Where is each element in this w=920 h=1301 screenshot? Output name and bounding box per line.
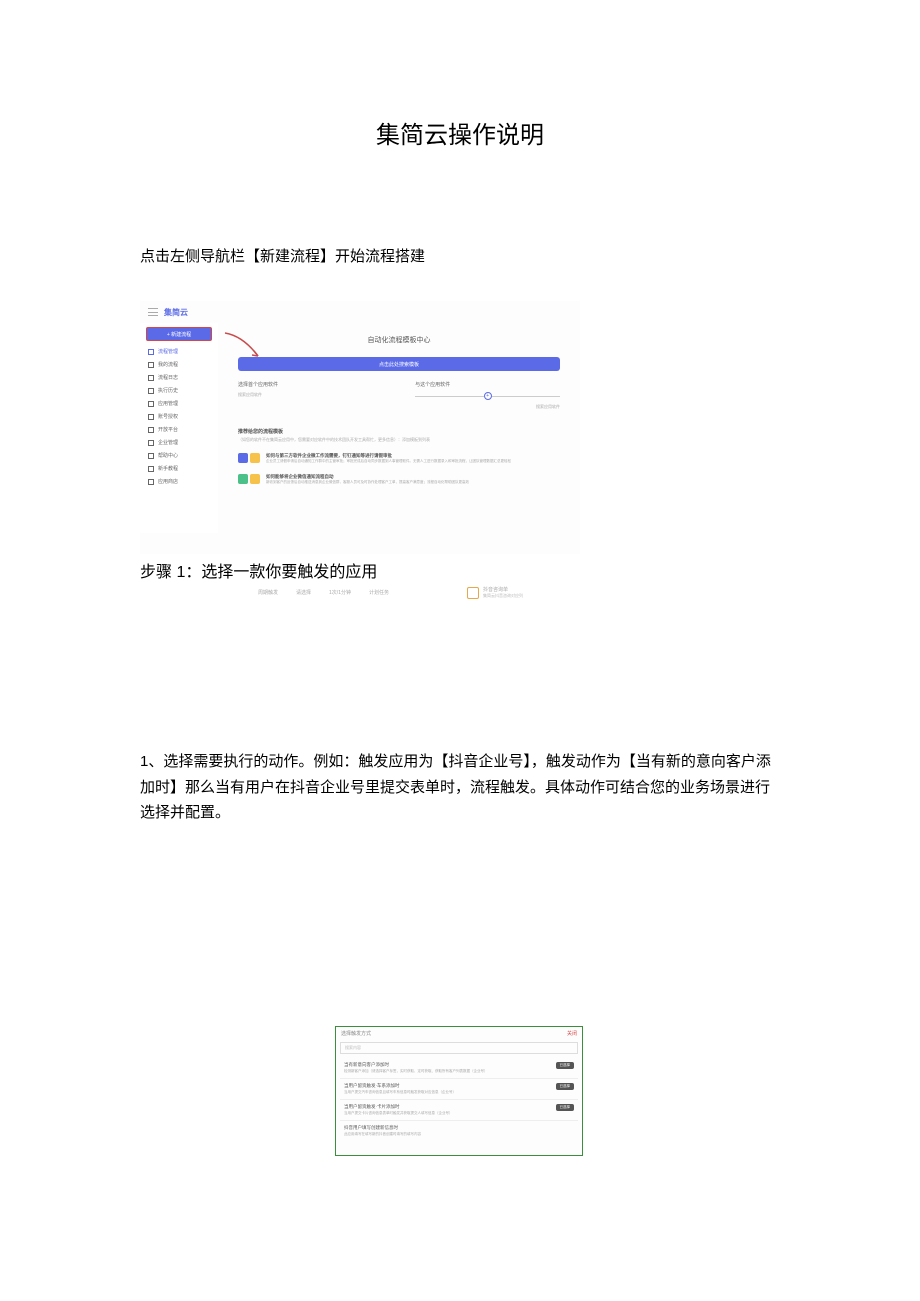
footer-card-sub: 集简云抖音咨询对应列 — [483, 593, 523, 599]
trigger-desc: 此应用填写在填写新的抖音创建时填写的填写内容 — [344, 1132, 574, 1137]
footer-item: 1次/1分钟 — [329, 589, 351, 596]
sidebar-item[interactable]: 新手教程 — [140, 462, 218, 475]
screenshot-trigger-dialog: 选择触发方式 关闭 搜索内容 当有新意向客户添加时 检测新客户添加（请选择客户标… — [335, 1026, 583, 1156]
sidebar-item[interactable]: 开放平台 — [140, 423, 218, 436]
trigger-title: 当有新意向客户添加时 — [344, 1062, 556, 1068]
selected-badge: 已选择 — [556, 1104, 575, 1111]
flow-target-title: 与这个应用软件 — [415, 381, 560, 388]
sidebar-item[interactable]: 流程日志 — [140, 371, 218, 384]
dialog-close[interactable]: 关闭 — [567, 1030, 577, 1037]
app-header: 集简云 — [140, 301, 580, 323]
card-desc: 新收到客户的反馈后自动推送消息到企业微信群，客服人员可及时协作处理客户工单，提高… — [266, 480, 560, 485]
search-input[interactable]: 搜索内容 — [340, 1042, 578, 1054]
recommend-subtitle: （如您的软件不在集简云应用中，您需要对应软件中的技术团队开发工具帮忙，更多信息）… — [238, 437, 560, 443]
nav-icon — [148, 414, 154, 420]
template-card[interactable]: 如何能够将企业微信通知流程自动 新收到客户的反馈后自动推送消息到企业微信群，客服… — [238, 474, 560, 485]
app-icon — [467, 587, 479, 599]
footer-card-title: 抖音咨询单 — [483, 586, 523, 593]
selected-badge: 已选择 — [556, 1062, 575, 1069]
sidebar-item[interactable]: 帮助中心 — [140, 449, 218, 462]
footer-app-card: 抖音咨询单 集简云抖音咨询对应列 — [467, 586, 523, 599]
nav-label: 帮助中心 — [158, 452, 178, 459]
nav-label: 企业管理 — [158, 439, 178, 446]
trigger-desc: 检测新客户添加（请选择客户标签，实时获取、定时获取、获取所有客户列表数据（企业号… — [344, 1069, 556, 1074]
nav-label: 应用管理 — [158, 400, 178, 407]
flow-target: 与这个应用软件 + 搜索应用软件 — [415, 381, 560, 410]
flow-source-title: 选择首个应用软件 — [238, 381, 383, 388]
sidebar-item[interactable]: 流程管理 — [140, 345, 218, 358]
sidebar-item[interactable]: 执行历史 — [140, 384, 218, 397]
sidebar-item[interactable]: 应用管理 — [140, 397, 218, 410]
new-flow-button[interactable]: + 新建流程 — [146, 327, 212, 341]
footer-item: 周期触发 — [258, 589, 278, 596]
nav-label: 执行历史 — [158, 387, 178, 394]
nav-icon — [148, 466, 154, 472]
search-banner[interactable]: 点击此处搜索模板 — [238, 357, 560, 371]
nav-icon — [148, 388, 154, 394]
sidebar-item[interactable]: 应用商店 — [140, 475, 218, 488]
body-paragraph: 1、选择需要执行的动作。例如：触发应用为【抖音企业号】，触发动作为【当有新的意向… — [140, 749, 780, 826]
nav-label: 我的流程 — [158, 361, 178, 368]
nav-icon — [148, 440, 154, 446]
trigger-item[interactable]: 当用户留资触发·车系添加时 当用户提交汽车咨询信息且填写车系信息时触发获取对应信… — [340, 1079, 578, 1100]
trigger-title: 当用户留资触发·卡片添加时 — [344, 1104, 556, 1110]
trigger-item[interactable]: 当用户留资触发·卡片添加时 当用户提交卡片咨询信息表单时触发并获取提交人填写信息… — [340, 1100, 578, 1121]
plus-icon: + — [484, 392, 492, 400]
nav-label: 流程管理 — [158, 348, 178, 355]
section-intro: 点击左侧导航栏【新建流程】开始流程搭建 — [140, 245, 780, 266]
step-label: 步骤 1：选择一款你要触发的应用 — [140, 558, 780, 582]
flow-target-sub: 搜索应用软件 — [415, 404, 560, 410]
nav-icon — [148, 375, 154, 381]
trigger-list: 当有新意向客户添加时 检测新客户添加（请选择客户标签，实时获取、定时获取、获取所… — [340, 1058, 578, 1141]
nav-icon — [148, 401, 154, 407]
flow-source: 选择首个应用软件 搜索应用软件 — [238, 381, 383, 410]
trigger-item[interactable]: 抖音用户填写创建新信息时 此应用填写在填写新的抖音创建时填写的填写内容 — [340, 1121, 578, 1141]
app-icon — [238, 453, 248, 463]
nav-icon — [148, 453, 154, 459]
trigger-title: 抖音用户填写创建新信息时 — [344, 1125, 574, 1131]
step-footer-row: 周期触发 请选择 1次/1分钟 计划任务 抖音咨询单 集简云抖音咨询对应列 — [140, 586, 780, 599]
trigger-desc: 当用户提交卡片咨询信息表单时触发并获取提交人填写信息（企业号） — [344, 1111, 556, 1116]
nav-icon — [148, 362, 154, 368]
nav-label: 账号授权 — [158, 413, 178, 420]
dialog-title: 选择触发方式 — [341, 1030, 371, 1037]
nav-label: 应用商店 — [158, 478, 178, 485]
nav-label: 流程日志 — [158, 374, 178, 381]
screenshot-app-dashboard: 集简云 + 新建流程 流程管理 我的流程 流程日志 执行历史 应用管理 账号授权… — [140, 301, 580, 554]
trigger-desc: 当用户提交汽车咨询信息且填写车系信息时触发获取对应信息（企业号） — [344, 1090, 556, 1095]
trigger-title: 当用户留资触发·车系添加时 — [344, 1083, 556, 1089]
nav-label: 新手教程 — [158, 465, 178, 472]
main-title: 自动化流程模板中心 — [238, 335, 560, 345]
trigger-item[interactable]: 当有新意向客户添加时 检测新客户添加（请选择客户标签，实时获取、定时获取、获取所… — [340, 1058, 578, 1079]
selected-badge: 已选择 — [556, 1083, 575, 1090]
sidebar-item[interactable]: 企业管理 — [140, 436, 218, 449]
app-icon — [250, 453, 260, 463]
footer-item: 计划任务 — [369, 589, 389, 596]
sidebar-item[interactable]: 账号授权 — [140, 410, 218, 423]
sidebar-item[interactable]: 我的流程 — [140, 358, 218, 371]
recommend-title: 推荐给您的流程模板 — [238, 428, 560, 435]
app-icon — [238, 474, 248, 484]
main-content: 自动化流程模板中心 点击此处搜索模板 选择首个应用软件 搜索应用软件 与这个应用… — [218, 323, 580, 533]
sidebar: + 新建流程 流程管理 我的流程 流程日志 执行历史 应用管理 账号授权 开放平… — [140, 323, 218, 533]
flow-connector: + — [415, 392, 560, 400]
nav-label: 开放平台 — [158, 426, 178, 433]
footer-item: 请选择 — [296, 589, 311, 596]
nav-icon — [148, 349, 154, 355]
nav-icon — [148, 427, 154, 433]
card-desc: 企业员工请假申请后自动通知工作群中的主管审批；审批完成后自动同步数据到人事管理软… — [266, 459, 560, 464]
app-logo: 集简云 — [164, 307, 188, 318]
app-icon — [250, 474, 260, 484]
template-card[interactable]: 如何与第三方软件企业微工作流需要，钉钉通知等进行请假审批 企业员工请假申请后自动… — [238, 453, 560, 464]
page-title: 集简云操作说明 — [140, 0, 780, 150]
flow-source-sub: 搜索应用软件 — [238, 392, 383, 398]
menu-icon — [148, 308, 158, 316]
nav-icon — [148, 479, 154, 485]
